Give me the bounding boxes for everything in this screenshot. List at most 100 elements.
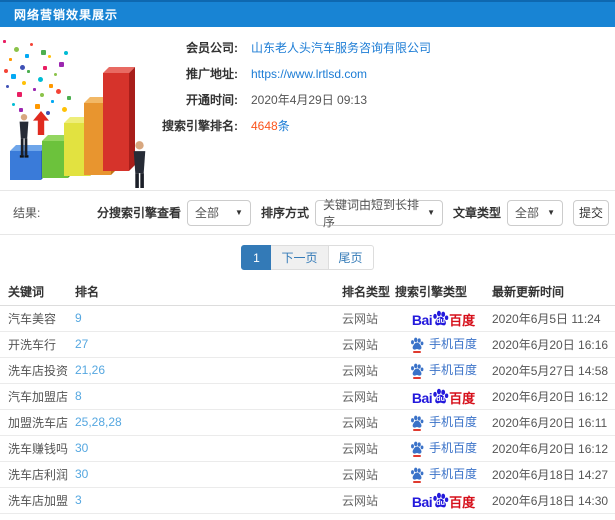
promo-url-label: 推广地址:: [186, 67, 238, 81]
filter-bar: 结果: 分搜索引擎查看 全部 ▼ 排序方式 关键词由短到长排序 ▼ 文章类型 全…: [0, 191, 615, 235]
engine-rank-row: 搜索引擎排名: 4648条: [0, 117, 615, 134]
rank-cell: 21,26: [75, 357, 342, 384]
rank-link[interactable]: 9: [75, 311, 82, 325]
keyword-cell: 洗车店投资: [0, 357, 75, 384]
rank-cell: 30: [75, 435, 342, 462]
open-time-value: 2020年4月29日 09:13: [251, 93, 368, 107]
mobile-baidu-paw-badge: [410, 467, 424, 484]
sort-select[interactable]: 关键词由短到长排序 ▼: [314, 198, 443, 229]
rank-link[interactable]: 21,26: [75, 363, 105, 377]
rank-cell: 3: [75, 487, 342, 514]
rank-link[interactable]: 3: [75, 493, 82, 507]
baidu-logo: Bai du 百度: [412, 310, 475, 327]
baidu-paw-badge: du: [432, 388, 449, 405]
rank-cell: 8: [75, 383, 342, 410]
rank-link[interactable]: 30: [75, 467, 88, 481]
update-time-cell: 2020年6月18日 14:27: [492, 461, 615, 488]
table-row: 汽车美容 9 云网站 Bai du 百度 2020年6月5日 11:24: [0, 305, 615, 332]
rank-link[interactable]: 8: [75, 389, 82, 403]
promo-url-link[interactable]: https://www.lrtlsd.com: [251, 67, 367, 81]
rank-cell: 27: [75, 331, 342, 358]
rank-type-cell: 云网站: [342, 383, 395, 410]
baidu-du-text: du: [436, 395, 445, 403]
keyword-cell: 开洗车行: [0, 331, 75, 358]
update-time-cell: 2020年6月20日 16:12: [492, 435, 615, 462]
chevron-down-icon: ▼: [547, 208, 555, 217]
pagination-wrap: 1 下一页 尾页: [0, 235, 615, 278]
mobile-baidu-paw-badge: [410, 337, 424, 354]
page-1-button[interactable]: 1: [241, 245, 272, 270]
top-header-bar: 网络营销效果展示: [0, 0, 615, 27]
sort-label: 排序方式: [260, 206, 309, 220]
sort-value: 关键词由短到长排序: [322, 197, 419, 229]
baidu-logo: Bai du 百度: [412, 492, 475, 509]
table-row: 洗车赚钱吗 30 云网站 手机百度 2020年6月20日 16:12: [0, 435, 615, 462]
mobile-baidu-paw-badge: [410, 363, 424, 380]
mobile-baidu-label: 手机百度: [428, 467, 477, 482]
filter-controls: 分搜索引擎查看 全部 ▼ 排序方式 关键词由短到长排序 ▼ 文章类型 全部 ▼ …: [87, 198, 609, 229]
member-company-label: 会员公司:: [186, 41, 238, 55]
submit-button[interactable]: 提交: [573, 199, 609, 226]
rank-cell: 30: [75, 461, 342, 488]
keyword-cell: 加盟洗车店: [0, 409, 75, 436]
baidu-paw-badge: du: [432, 310, 449, 327]
article-type-label: 文章类型: [452, 206, 501, 220]
mobile-baidu-label: 手机百度: [428, 415, 477, 430]
engine-filter-label: 分搜索引擎查看: [96, 206, 181, 220]
last-page-button[interactable]: 尾页: [328, 245, 374, 270]
keyword-cell: 汽车加盟店: [0, 383, 75, 410]
next-page-button[interactable]: 下一页: [271, 245, 329, 270]
update-time-cell: 2020年6月5日 11:24: [492, 305, 615, 332]
baidu-cn-text: 百度: [449, 494, 476, 510]
keyword-cell: 洗车店加盟: [0, 487, 75, 514]
table-row: 开洗车行 27 云网站 手机百度 2020年6月20日 16:16: [0, 331, 615, 358]
engine-type-cell: 手机百度: [395, 331, 492, 358]
mobile-baidu-label: 手机百度: [428, 363, 477, 378]
mobile-baidu-paw-icon: [411, 442, 424, 455]
keyword-ranking-table: 关键词 排名 排名类型 搜索引擎类型 最新更新时间 汽车美容 9 云网站 Bai du 百…: [0, 278, 615, 514]
rank-link[interactable]: 30: [75, 441, 88, 455]
baidu-logo-text: Bai: [411, 311, 433, 328]
rank-cell: 9: [75, 305, 342, 332]
update-time-cell: 2020年6月18日 14:30: [492, 487, 615, 514]
engine-filter-value: 全部: [194, 206, 219, 220]
engine-filter-select[interactable]: 全部 ▼: [186, 199, 251, 226]
engine-type-cell: 手机百度: [395, 409, 492, 436]
rank-type-cell: 云网站: [342, 305, 395, 332]
businessman-right-figure: [133, 141, 146, 188]
member-company-row: 会员公司: 山东老人头汽车服务咨询有限公司: [0, 39, 615, 56]
rank-link[interactable]: 27: [75, 337, 88, 351]
header-rank-type: 排名类型: [342, 278, 395, 306]
update-time-cell: 2020年6月20日 16:12: [492, 383, 615, 410]
header-update-time: 最新更新时间: [492, 278, 615, 306]
engine-rank-label: 搜索引擎排名:: [162, 119, 238, 133]
table-row: 加盟洗车店 25,28,28 云网站 手机百度 2020年6月20日 16:11: [0, 409, 615, 436]
mobile-baidu-paw-icon: [411, 364, 424, 377]
member-info-panel: 会员公司: 山东老人头汽车服务咨询有限公司 推广地址: https://www.…: [0, 27, 615, 191]
rank-count: 4648: [251, 119, 278, 133]
mobile-baidu-paw-icon: [411, 468, 424, 481]
table-row: 汽车加盟店 8 云网站 Bai du 百度 2020年6月20日 16:12: [0, 383, 615, 410]
rank-type-cell: 云网站: [342, 331, 395, 358]
chevron-down-icon: ▼: [427, 208, 435, 217]
baidu-cn-text: 百度: [449, 312, 476, 328]
mobile-baidu-logo: 手机百度: [410, 415, 477, 432]
mobile-baidu-logo: 手机百度: [410, 363, 477, 380]
engine-rank-value: 4648条: [251, 117, 290, 134]
pagination: 1 下一页 尾页: [241, 245, 374, 270]
rank-type-cell: 云网站: [342, 357, 395, 384]
engine-type-cell: Bai du 百度: [395, 487, 492, 514]
update-time-cell: 2020年6月20日 16:11: [492, 409, 615, 436]
rank-cell: 25,28,28: [75, 409, 342, 436]
member-company-link[interactable]: 山东老人头汽车服务咨询有限公司: [251, 39, 431, 56]
article-type-select[interactable]: 全部 ▼: [507, 199, 563, 226]
rank-link[interactable]: 25,28,28: [75, 415, 122, 429]
baidu-du-text: du: [436, 317, 445, 325]
table-row: 洗车店利润 30 云网站 手机百度 2020年6月18日 14:27: [0, 461, 615, 488]
mobile-baidu-label: 手机百度: [428, 441, 477, 456]
baidu-du-text: du: [436, 499, 445, 507]
engine-type-cell: Bai du 百度: [395, 305, 492, 332]
mobile-baidu-paw-badge: [410, 415, 424, 432]
article-type-value: 全部: [515, 206, 540, 220]
baidu-logo-text: Bai: [411, 389, 433, 406]
